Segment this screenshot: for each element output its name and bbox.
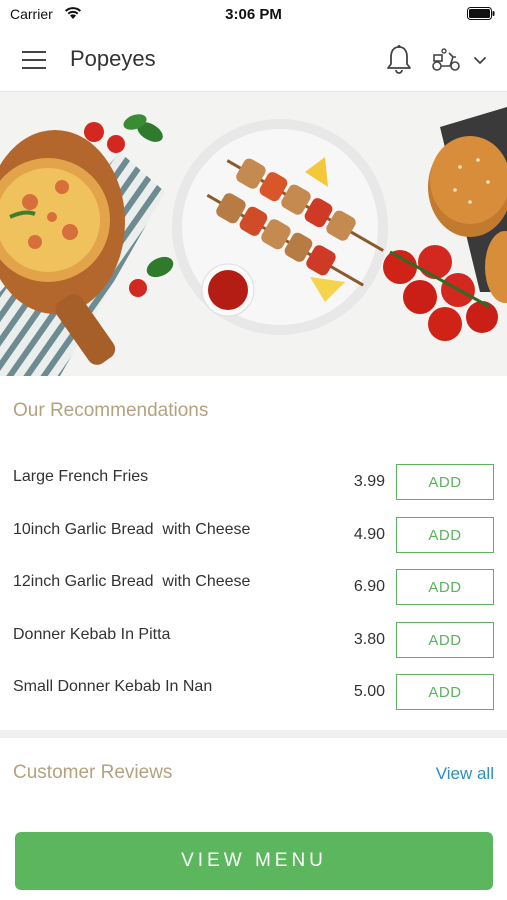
item-price: 4.90 xyxy=(353,526,385,543)
view-menu-button[interactable]: VIEW MENU xyxy=(15,832,493,890)
menu-item-row: 10inch Garlic Bread with Cheese 4.90 ADD xyxy=(0,517,507,569)
scooter-icon[interactable] xyxy=(430,47,462,73)
item-price: 5.00 xyxy=(353,683,385,700)
page-title: Popeyes xyxy=(70,46,156,71)
add-button[interactable]: ADD xyxy=(396,569,494,605)
add-button[interactable]: ADD xyxy=(396,517,494,553)
view-all-reviews-link[interactable]: View all xyxy=(436,764,494,784)
battery-icon xyxy=(467,7,495,20)
customer-reviews-heading: Customer Reviews xyxy=(13,762,173,783)
hero-food-image xyxy=(0,92,507,376)
chevron-down-icon[interactable] xyxy=(472,54,488,66)
bell-icon[interactable] xyxy=(384,44,414,76)
item-name: Small Donner Kebab In Nan xyxy=(13,678,213,695)
item-price: 3.99 xyxy=(353,473,385,490)
status-bar: Carrier 3:06 PM xyxy=(0,0,507,28)
item-price: 3.80 xyxy=(353,631,385,648)
add-button[interactable]: ADD xyxy=(396,674,494,710)
item-name: Donner Kebab In Pitta xyxy=(13,626,171,643)
menu-icon[interactable] xyxy=(22,49,48,71)
food-illustration xyxy=(0,92,507,376)
item-name: Large French Fries xyxy=(13,468,149,485)
menu-item-row: 12inch Garlic Bread with Cheese 6.90 ADD xyxy=(0,569,507,621)
recommendations-heading: Our Recommendations xyxy=(13,400,209,421)
item-price: 6.90 xyxy=(353,578,385,595)
menu-item-row: Small Donner Kebab In Nan 5.00 ADD xyxy=(0,674,507,726)
section-divider xyxy=(0,730,507,738)
app-header: Popeyes xyxy=(0,28,507,92)
menu-item-row: Donner Kebab In Pitta 3.80 ADD xyxy=(0,622,507,674)
menu-item-row: Large French Fries 3.99 ADD xyxy=(0,464,507,516)
clock: 3:06 PM xyxy=(225,6,282,23)
add-button[interactable]: ADD xyxy=(396,464,494,500)
item-name: 12inch Garlic Bread with Cheese xyxy=(13,573,251,590)
item-name: 10inch Garlic Bread with Cheese xyxy=(13,521,251,538)
add-button[interactable]: ADD xyxy=(396,622,494,658)
